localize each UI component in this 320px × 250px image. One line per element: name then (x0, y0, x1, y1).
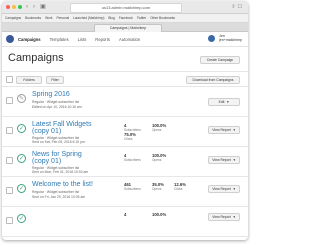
bookmark-item[interactable]: Facebook (119, 16, 133, 20)
tab-strip: Campaigns | Mailchimp (2, 23, 248, 32)
opens-label: Opens (152, 187, 162, 191)
campaign-row[interactable]: ✓ News for Spring (copy 01) Regular · Wi… (2, 147, 248, 177)
address-bar[interactable]: us13.admin.mailchimp.com (70, 3, 182, 13)
campaign-type: Regular · Widget subscriber list (32, 190, 80, 194)
bookmark-item[interactable]: Work (45, 16, 52, 20)
sent-check-icon: ✓ (17, 154, 26, 163)
view-report-button[interactable]: View Report ▼ (208, 156, 240, 164)
zoom-window-button[interactable] (18, 5, 22, 9)
bookmark-item[interactable]: Blog (108, 16, 114, 20)
campaign-row[interactable]: ✎ Spring 2016 Regular · Widget subscribe… (2, 87, 248, 117)
bookmark-item[interactable]: Bookmarks (25, 16, 41, 20)
nav-automation[interactable]: Automation (119, 37, 140, 42)
sent-check-icon: ✓ (17, 124, 26, 133)
view-report-button[interactable]: View Report ▼ (208, 213, 240, 221)
bookmarks-bar: Campaigns Bookmarks Work Personal Launch… (2, 14, 248, 23)
nav-templates[interactable]: Templates (50, 37, 69, 42)
campaign-name[interactable]: News for Spring (copy 01) (32, 151, 96, 165)
filter-button[interactable]: Filter (46, 76, 64, 84)
subscribers-count: 4 (124, 212, 127, 217)
filter-bar: Folders Filter Download from Campaigns (2, 72, 248, 87)
chevron-down-icon: ▼ (232, 128, 236, 132)
bookmark-item[interactable]: Other Bookmarks (150, 16, 175, 20)
row-checkbox[interactable] (6, 157, 13, 164)
view-report-button[interactable]: View Report ▼ (208, 126, 240, 134)
account-user: jen+mailchimp (218, 38, 242, 42)
row-checkbox[interactable] (6, 187, 13, 194)
campaign-status: Sent on Sat, Feb 05, 2016 6:15 pm (32, 140, 85, 144)
view-report-label: View Report (212, 158, 231, 162)
sent-check-icon: ✓ (17, 184, 26, 193)
campaign-name[interactable]: Spring 2016 (32, 91, 70, 98)
chevron-down-icon: ▼ (232, 187, 236, 191)
bookmark-item[interactable]: Launched (Mailchimp) (73, 16, 104, 20)
account-name: Jen jen+mailchimp (219, 34, 242, 42)
browser-tab[interactable]: Campaigns | Mailchimp (94, 24, 162, 32)
view-report-label: View Report (212, 187, 231, 191)
row-checkbox[interactable] (6, 97, 13, 104)
account-avatar (207, 34, 215, 42)
bookmark-item[interactable]: Twitter (137, 16, 146, 20)
subscribers-label: Subscribers (124, 187, 141, 191)
chevron-down-icon: ▼ (232, 158, 236, 162)
campaign-name[interactable]: Welcome to the list! (32, 181, 93, 188)
mailchimp-logo-icon[interactable] (6, 35, 14, 43)
folders-button[interactable]: Folders (16, 76, 42, 84)
view-report-label: View Report (212, 215, 231, 219)
account-menu[interactable]: Jen jen+mailchimp (207, 34, 242, 42)
campaign-type: Regular · Widget subscriber list (32, 100, 80, 104)
subscribers-label: Subscribers (124, 158, 141, 162)
clicks-label: Clicks (174, 187, 183, 191)
browser-window: ‹ › ▣ us13.admin.mailchimp.com ⇧☐ Campai… (2, 1, 248, 240)
back-arrow-icon[interactable]: ‹ (24, 4, 30, 10)
row-checkbox[interactable] (6, 127, 13, 134)
campaign-status: Edited on Apr 10, 2016 10:16 am (32, 105, 82, 109)
campaign-status: Sent on Fri, Jan 29, 2016 10:05 am (32, 195, 86, 199)
chevron-down-icon: ▼ (226, 100, 230, 104)
view-report-label: View Report (212, 128, 231, 132)
share-icon[interactable]: ⇧☐ (231, 4, 244, 10)
chevron-down-icon: ▼ (232, 215, 236, 219)
campaign-name[interactable]: Latest Fall Widgets (copy 01) (32, 121, 96, 135)
clicks-label: Clicks (124, 137, 133, 141)
sent-check-icon: ✓ (17, 214, 26, 223)
nav-lists[interactable]: Lists (78, 37, 87, 42)
draft-status-icon: ✎ (17, 94, 26, 103)
campaign-row[interactable]: ✓ Latest Fall Widgets (copy 01) Regular … (2, 117, 248, 147)
opens-label: Opens (152, 158, 162, 162)
nav-reports[interactable]: Reports (95, 37, 110, 42)
select-all-checkbox[interactable] (6, 76, 13, 83)
row-checkbox[interactable] (6, 217, 13, 224)
forward-arrow-icon[interactable]: › (31, 4, 37, 10)
app-nav: Campaigns Templates Lists Reports Automa… (2, 32, 248, 47)
edit-label: Edit (218, 100, 225, 104)
opens-rate: 100.0% (152, 212, 167, 217)
download-button[interactable]: Download from Campaigns (186, 76, 240, 84)
nav-campaigns[interactable]: Campaigns (18, 37, 41, 42)
campaign-status: Sent on Mon, Feb 01, 2016 10:03 am (32, 170, 89, 174)
page-header: Campaigns Create Campaign (2, 47, 248, 72)
minimize-window-button[interactable] (12, 5, 16, 9)
opens-label: Opens (152, 128, 162, 132)
close-window-button[interactable] (6, 5, 10, 9)
bookmark-item[interactable]: Campaigns (5, 16, 21, 20)
campaign-row[interactable]: ✓ Welcome to the list! Regular · Widget … (2, 177, 248, 207)
sidebar-icon[interactable]: ▣ (40, 4, 46, 10)
page-title: Campaigns (8, 52, 64, 64)
edit-button[interactable]: Edit ▼ (208, 98, 240, 106)
browser-toolbar: ‹ › ▣ us13.admin.mailchimp.com ⇧☐ (2, 1, 248, 14)
bookmark-item[interactable]: Personal (56, 16, 69, 20)
create-campaign-button[interactable]: Create Campaign (200, 56, 240, 64)
window-controls (6, 5, 22, 9)
campaign-row[interactable]: ✓ 4 100.0% View Report ▼ (2, 207, 248, 237)
view-report-button[interactable]: View Report ▼ (208, 185, 240, 193)
